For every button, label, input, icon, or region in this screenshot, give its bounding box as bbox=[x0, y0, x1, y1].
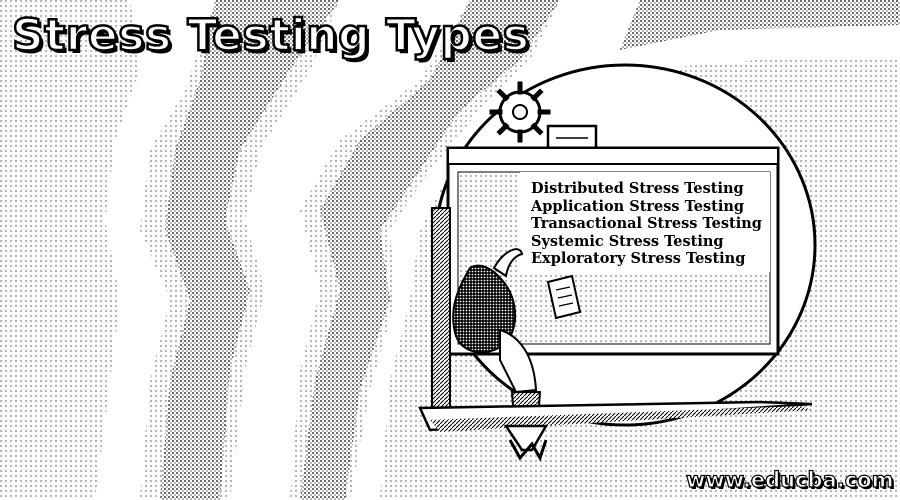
gear-icon bbox=[489, 81, 551, 143]
list-item: Application Stress Testing bbox=[531, 197, 745, 215]
list-item: Transactional Stress Testing bbox=[531, 215, 762, 232]
stress-testing-types-list: Distributed Stress Testing Application S… bbox=[531, 180, 762, 268]
list-item: Systemic Stress Testing bbox=[531, 232, 724, 250]
watermark: www.educba.com bbox=[685, 467, 894, 492]
background-art bbox=[0, 0, 900, 500]
list-item: Distributed Stress Testing bbox=[531, 180, 744, 197]
page-title: Stress Testing Types bbox=[11, 9, 530, 63]
board-side bbox=[431, 207, 451, 409]
board-titlebar bbox=[447, 147, 779, 165]
list-item: Exploratory Stress Testing bbox=[531, 250, 746, 267]
banner: Stress Testing Types Distributed Stress … bbox=[0, 0, 900, 500]
